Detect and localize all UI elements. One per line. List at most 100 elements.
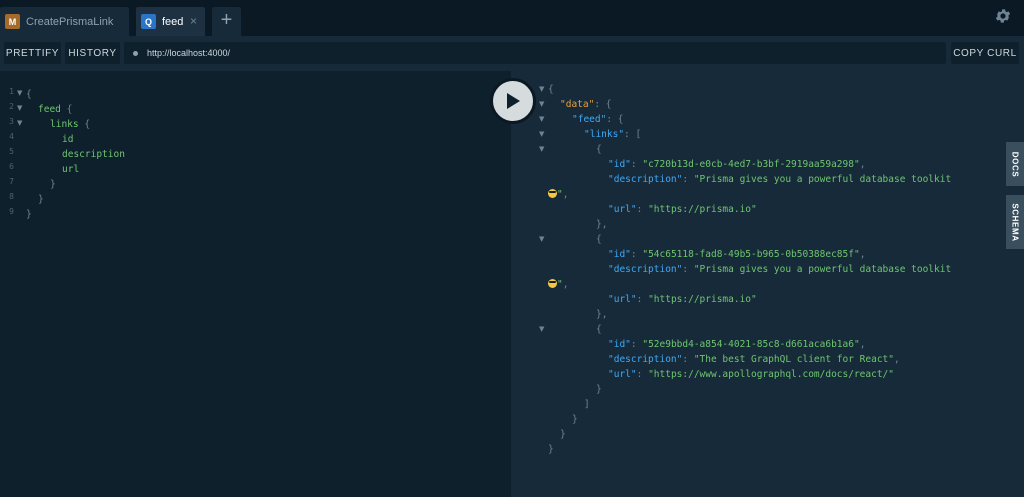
open-brace: {	[26, 89, 32, 100]
colon: :	[682, 354, 694, 365]
copy-curl-button[interactable]: COPY CURL	[951, 42, 1019, 64]
comma: ,	[859, 249, 866, 260]
id-key: "id"	[608, 339, 631, 350]
id-value: "54c65118-fad8-49b5-b965-0b50388ec85f"	[642, 249, 860, 260]
result-pane: ▼ { ▼ "data": { ▼ "feed": { ▼ "links": […	[511, 71, 1024, 497]
fold-arrow-icon[interactable]: ▼	[539, 325, 544, 333]
close-bracket: ]	[584, 399, 590, 410]
id-value: "52e9bbd4-a854-4021-85c8-d661aca6b1a6"	[642, 339, 860, 350]
result-line-id: "id": "52e9bbd4-a854-4021-85c8-d661aca6b…	[608, 337, 865, 352]
add-tab-button[interactable]: +	[212, 7, 241, 36]
fold-arrow-icon[interactable]: ▼	[539, 100, 544, 108]
field-url: url	[62, 164, 80, 175]
comma: ,	[562, 189, 569, 200]
toolbar: PRETTIFY HISTORY http://localhost:4000/ …	[0, 36, 1024, 71]
play-icon	[507, 93, 520, 109]
tab-create-prisma-link[interactable]: M CreatePrismaLink	[0, 7, 129, 36]
field-feed: feed	[38, 104, 61, 115]
colon: :	[606, 114, 618, 125]
tab-label: feed	[162, 15, 184, 28]
description-key: "description"	[608, 264, 683, 275]
close-brace: }	[560, 429, 566, 440]
result-line-close-item: },	[596, 217, 607, 232]
line-number: 5	[9, 147, 14, 156]
url-value: "https://prisma.io"	[648, 294, 757, 305]
colon: :	[624, 129, 636, 140]
tab-feed[interactable]: Q feed ×	[136, 7, 205, 36]
fold-arrow-icon[interactable]: ▼	[17, 89, 22, 97]
prettify-button[interactable]: PRETTIFY	[4, 42, 61, 64]
endpoint-url-input[interactable]: http://localhost:4000/	[124, 42, 946, 64]
description-value: "Prisma gives you a powerful database to…	[693, 264, 952, 275]
colon: :	[630, 339, 643, 350]
comma: ,	[601, 309, 608, 320]
schema-label: SCHEMA	[1010, 202, 1020, 242]
url-key: "url"	[608, 204, 637, 215]
comma: ,	[562, 279, 569, 290]
sunglasses-emoji-icon	[548, 189, 557, 198]
url-value: "https://prisma.io"	[648, 204, 757, 215]
fold-arrow-icon[interactable]: ▼	[539, 115, 544, 123]
result-line-description-cont: ",	[548, 277, 568, 292]
query-editor[interactable]: 1 ▼ { 2 ▼ feed { 3 ▼ links { 4 id 5 desc…	[0, 71, 511, 497]
fold-arrow-icon[interactable]: ▼	[539, 145, 544, 153]
open-brace: {	[596, 324, 602, 335]
result-line-feed: "feed": {	[572, 112, 624, 127]
result-line-description: "description": "Prisma gives you a power…	[608, 172, 951, 187]
colon: :	[630, 159, 643, 170]
fold-arrow-icon[interactable]: ▼	[539, 235, 544, 243]
colon: :	[636, 294, 649, 305]
url-value: "https://www.apollographql.com/docs/reac…	[648, 369, 895, 380]
close-brace: }	[38, 194, 44, 205]
tab-label: CreatePrismaLink	[26, 15, 114, 28]
execute-query-button[interactable]	[490, 78, 536, 124]
result-line-url: "url": "https://prisma.io"	[608, 202, 757, 217]
line-number: 2	[9, 102, 14, 111]
query-badge: Q	[141, 14, 156, 29]
history-button[interactable]: HISTORY	[65, 42, 120, 64]
colon: :	[630, 249, 643, 260]
links-key: "links"	[584, 129, 625, 140]
line-number: 9	[9, 207, 14, 216]
colon: :	[682, 264, 694, 275]
fold-arrow-icon[interactable]: ▼	[17, 119, 22, 127]
fold-arrow-icon[interactable]: ▼	[539, 130, 544, 138]
open-brace: {	[66, 104, 73, 115]
result-line-description-cont: ",	[548, 187, 568, 202]
colon: :	[594, 99, 606, 110]
comma: ,	[601, 219, 608, 230]
description-value: "Prisma gives you a powerful database to…	[693, 174, 952, 185]
line-number: 3	[9, 117, 14, 126]
endpoint-url-text: http://localhost:4000/	[147, 48, 231, 58]
result-line-url: "url": "https://prisma.io"	[608, 292, 757, 307]
close-icon[interactable]: ×	[190, 14, 197, 28]
schema-side-tab[interactable]: SCHEMA	[1006, 195, 1024, 249]
open-brace: {	[548, 84, 554, 95]
gear-icon[interactable]	[994, 7, 1012, 25]
line-number: 1	[9, 87, 14, 96]
status-dot-icon	[133, 50, 138, 56]
field-id: id	[62, 134, 74, 145]
line-number: 6	[9, 162, 14, 171]
open-bracket: [	[635, 129, 642, 140]
result-line-close-item: },	[596, 307, 607, 322]
result-line-id: "id": "c720b13d-e0cb-4ed7-b3bf-2919aa59a…	[608, 157, 865, 172]
field-links: links	[50, 119, 79, 130]
field-description: description	[62, 149, 125, 160]
mutation-badge: M	[5, 14, 20, 29]
tab-bar: M CreatePrismaLink Q feed × +	[0, 0, 1024, 36]
open-brace: {	[605, 99, 612, 110]
result-line-description: "description": "The best GraphQL client …	[608, 352, 900, 367]
result-line-id: "id": "54c65118-fad8-49b5-b965-0b50388ec…	[608, 247, 865, 262]
docs-label: DOCS	[1010, 151, 1020, 177]
docs-side-tab[interactable]: DOCS	[1006, 142, 1024, 186]
fold-arrow-icon[interactable]: ▼	[539, 85, 544, 93]
description-key: "description"	[608, 174, 683, 185]
comma: ,	[859, 159, 866, 170]
line-number: 8	[9, 192, 14, 201]
comma: ,	[894, 354, 900, 365]
open-brace: {	[596, 234, 602, 245]
fold-arrow-icon[interactable]: ▼	[17, 104, 22, 112]
result-line-description: "description": "Prisma gives you a power…	[608, 262, 951, 277]
close-brace: }	[50, 179, 56, 190]
